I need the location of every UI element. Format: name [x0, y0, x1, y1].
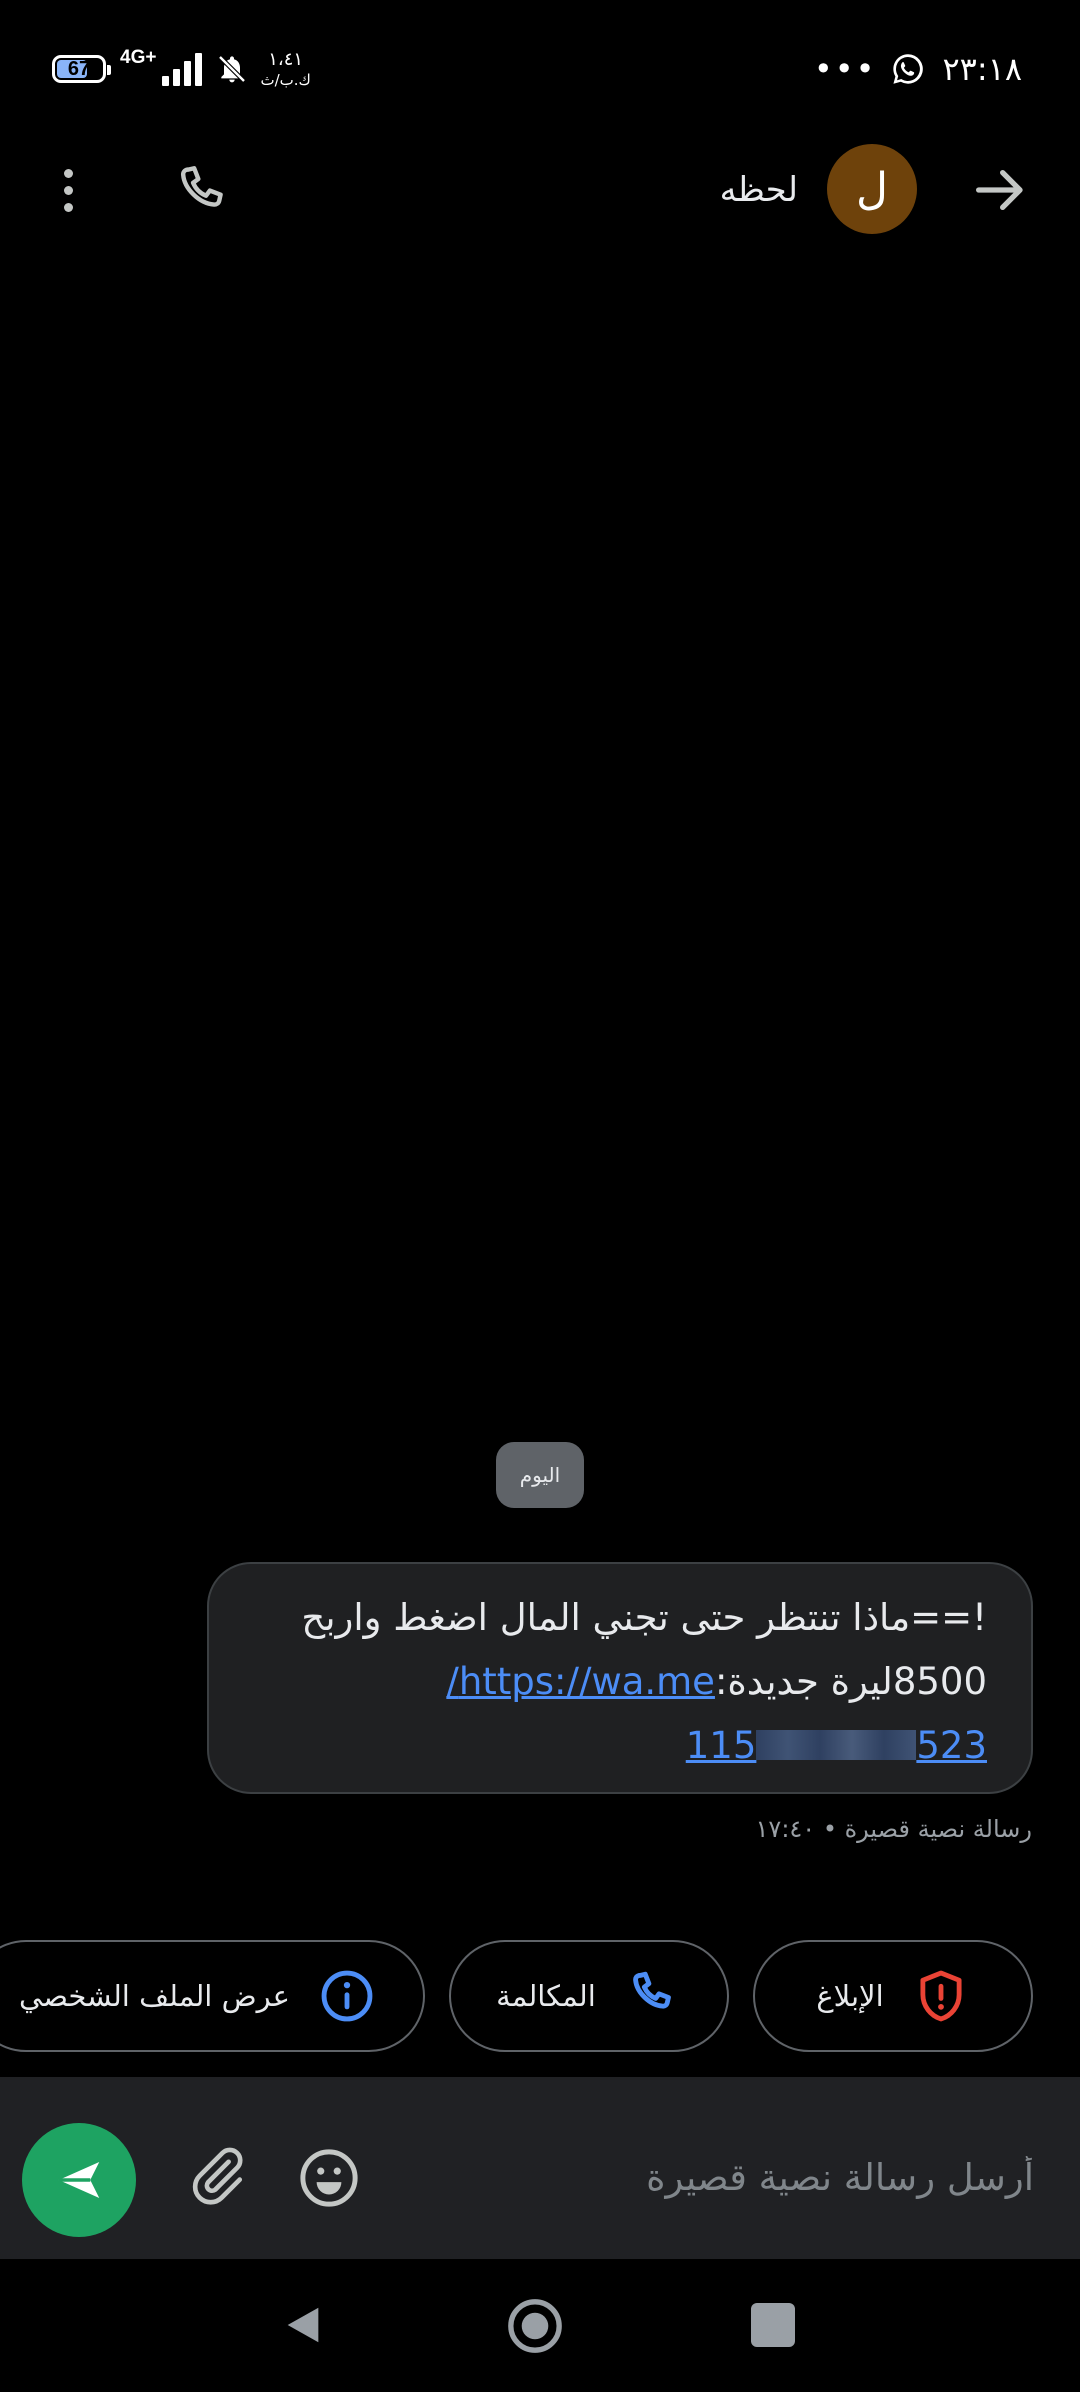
call-chip[interactable]: المكالمة	[449, 1940, 729, 2052]
message-meta: رسالة نصية قصيرة • ١٧:٤٠	[755, 1815, 1032, 1843]
more-options-button[interactable]	[40, 160, 96, 220]
signal-icon	[162, 52, 203, 86]
message-bubble[interactable]: !==ماذا تنتظر حتى تجني المال اضغط واربح …	[207, 1562, 1033, 1794]
battery-icon: 67	[52, 55, 111, 83]
message-input[interactable]	[412, 2155, 1036, 2200]
network-speed: ١،٤١ ك.ب/ث	[260, 48, 311, 89]
more-notifications-icon: •••	[813, 50, 877, 88]
nav-home-icon[interactable]	[506, 2297, 564, 2355]
phone-icon	[632, 1971, 671, 2009]
phone-call-button[interactable]	[170, 160, 236, 226]
contact-avatar[interactable]: ل	[827, 144, 917, 234]
status-left-group: 67 4G+ ١،٤١ ك.ب/ث	[52, 44, 311, 94]
message-line-3: 115 523	[253, 1714, 987, 1778]
bell-off-icon	[218, 55, 247, 83]
top-app-bar: لحظه ل	[0, 130, 1080, 250]
system-nav-bar	[0, 2259, 1080, 2392]
clock: ٢٣:١٨	[942, 50, 1022, 88]
emoji-icon[interactable]	[296, 2145, 362, 2211]
message-line-1: !==ماذا تنتظر حتى تجني المال اضغط واربح	[301, 1596, 987, 1639]
send-icon	[58, 2162, 100, 2198]
back-arrow-button[interactable]	[968, 158, 1032, 222]
status-right-group: ••• ٢٣:١٨	[814, 44, 1022, 94]
attach-icon[interactable]	[186, 2145, 248, 2207]
compose-bar	[0, 2077, 1080, 2259]
battery-percent: 67	[67, 57, 91, 80]
whatsapp-icon	[893, 54, 924, 84]
view-profile-chip[interactable]: عرض الملف الشخصي	[0, 1940, 425, 2052]
phone-suffix: 523	[916, 1724, 987, 1767]
info-icon	[321, 1970, 373, 2022]
contact-name[interactable]: لحظه	[720, 160, 798, 220]
message-line-2: 8500ليرة جديدة:https://wa.me/	[253, 1650, 987, 1714]
message-link-phone[interactable]: 115 523	[686, 1724, 987, 1767]
message-link[interactable]: https://wa.me/	[446, 1660, 715, 1703]
call-label: المكالمة	[496, 1979, 596, 2013]
nav-recents-icon[interactable]	[751, 2303, 795, 2347]
speed-unit: ك.ب/ث	[260, 70, 311, 89]
redacted-digits	[756, 1730, 917, 1760]
report-label: الإبلاغ	[816, 1979, 884, 2013]
phone-prefix: 115	[685, 1724, 757, 1767]
network-type: 4G+	[120, 47, 157, 68]
date-divider: اليوم	[496, 1442, 584, 1508]
nav-back-icon[interactable]	[280, 2299, 326, 2351]
dot	[63, 185, 73, 195]
profile-label: عرض الملف الشخصي	[19, 1979, 290, 2013]
speed-value: ١،٤١	[268, 48, 304, 70]
message-text: 8500ليرة جديدة:	[714, 1660, 987, 1703]
status-bar: 67 4G+ ١،٤١ ك.ب/ث ••• ٢٣:١٨	[0, 0, 1080, 130]
send-button[interactable]	[22, 2123, 136, 2237]
dot	[63, 168, 73, 178]
report-chip[interactable]: الإبلاغ	[753, 1940, 1033, 2052]
shield-alert-icon	[920, 1970, 962, 2022]
dot	[63, 202, 73, 212]
